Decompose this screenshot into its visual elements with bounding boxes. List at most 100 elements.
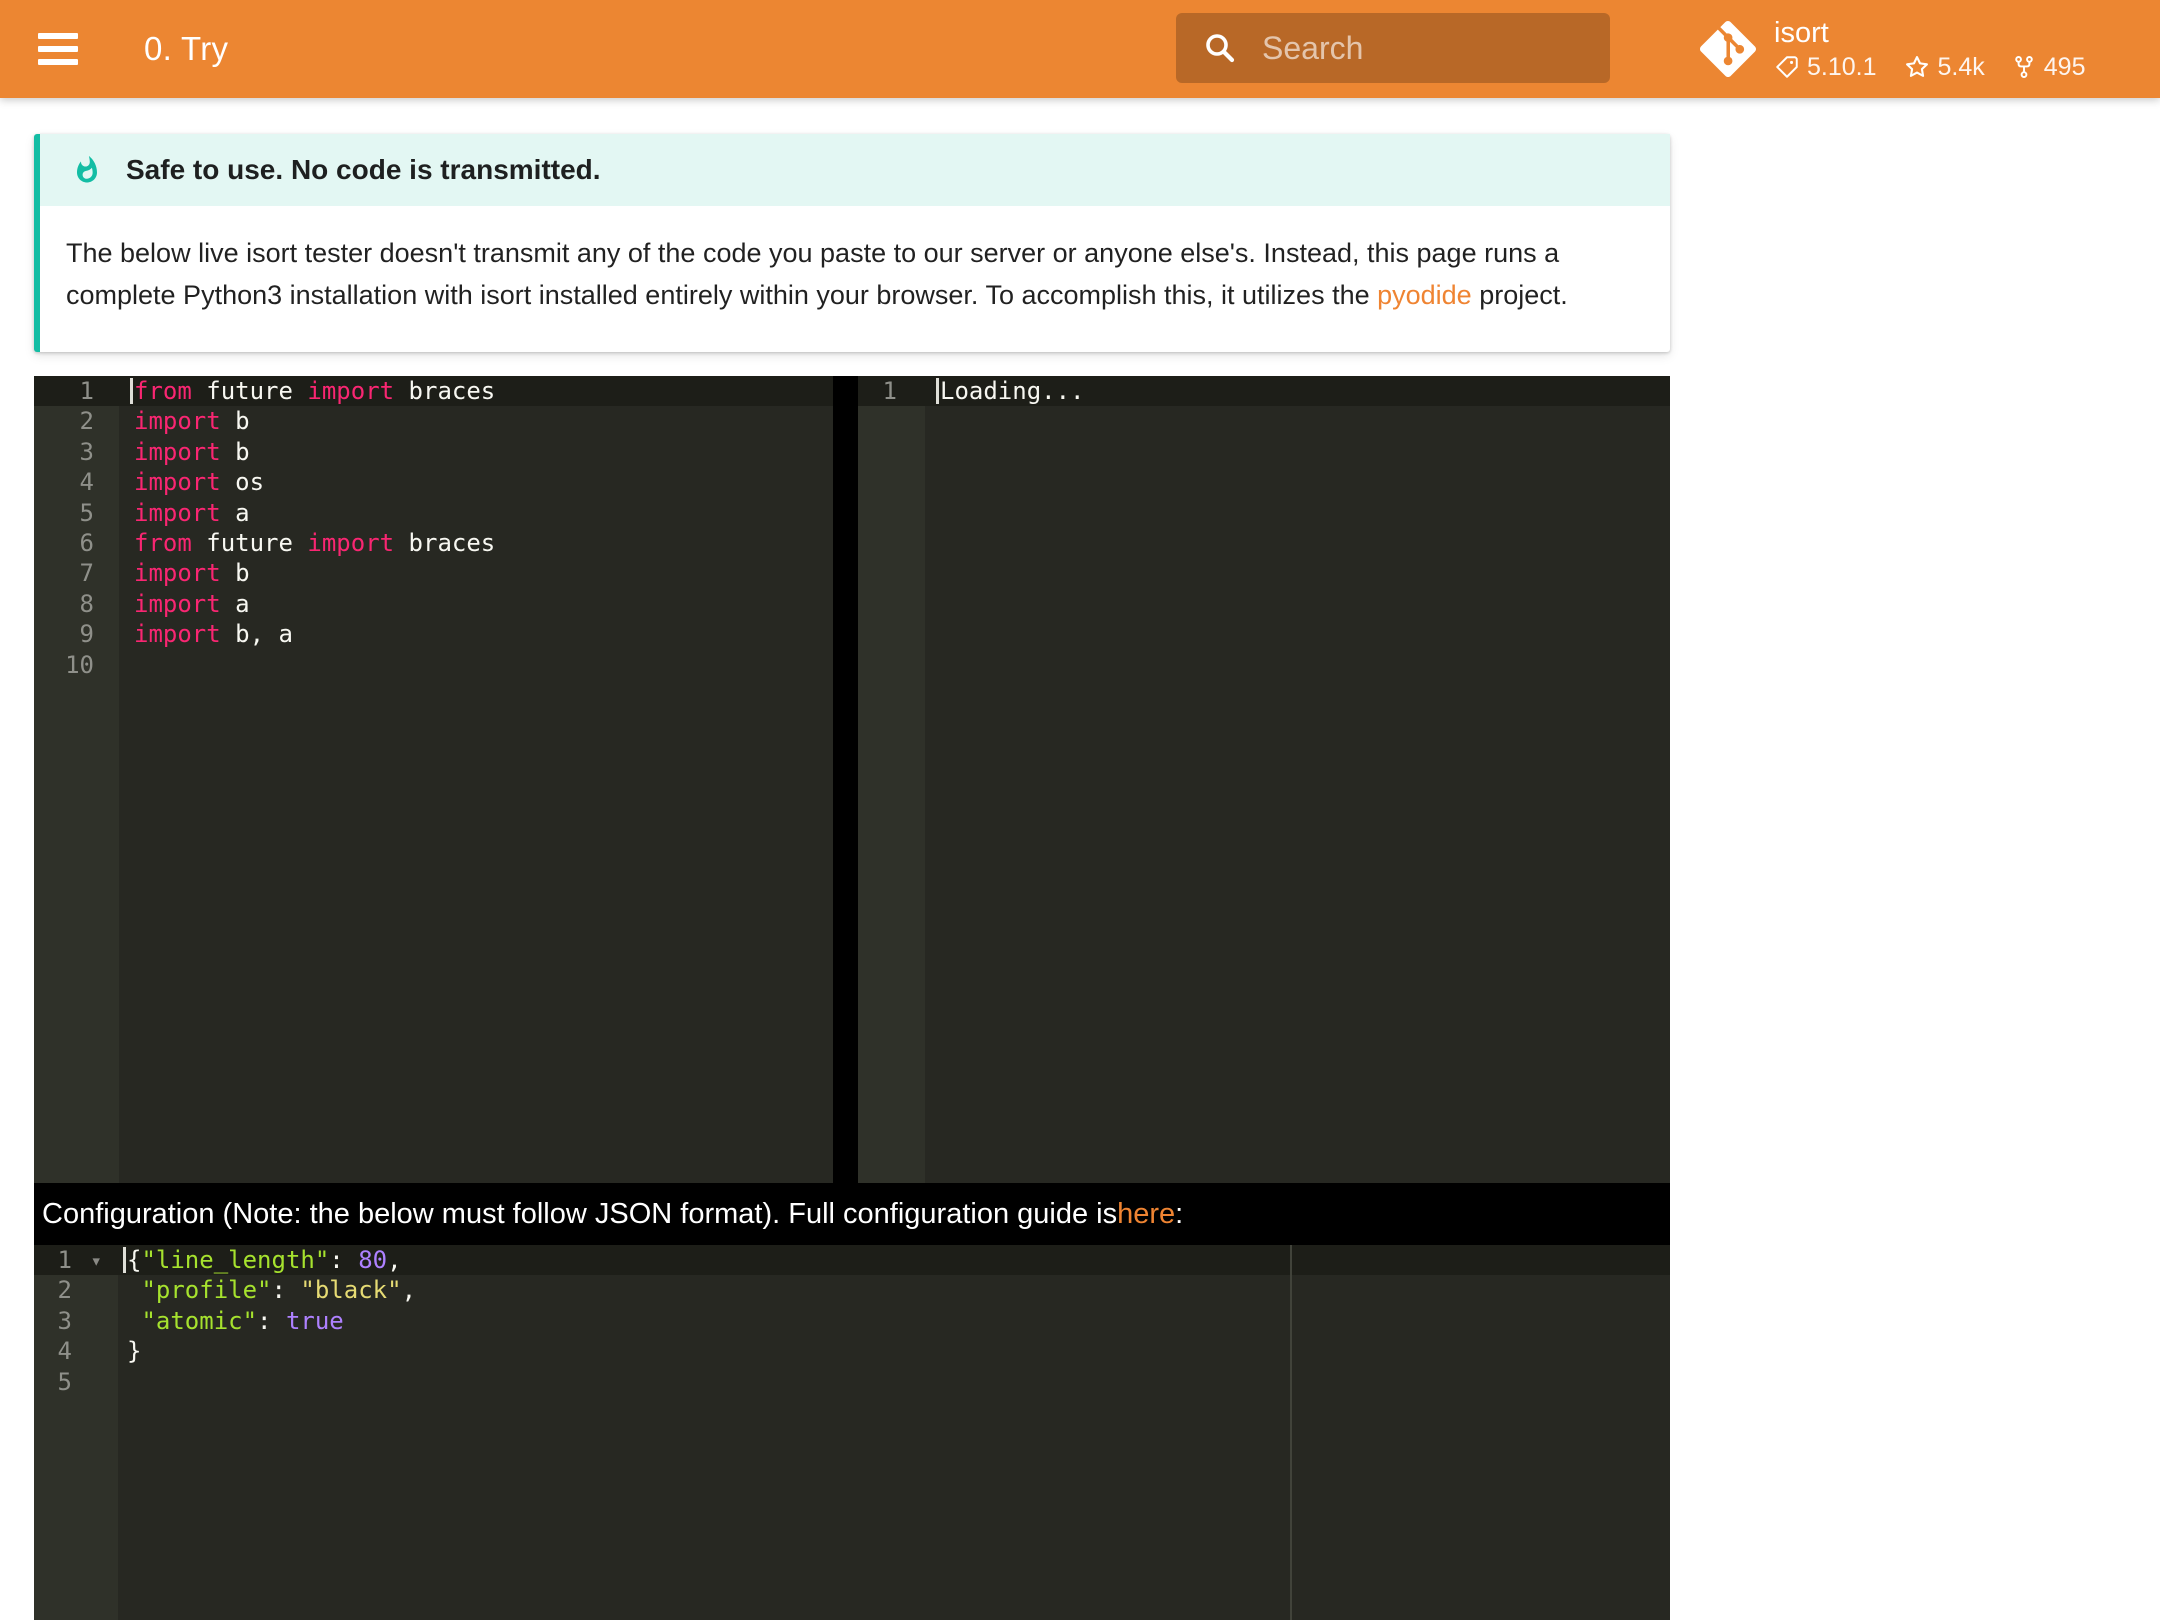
- code-line: import a: [119, 498, 833, 528]
- code-line: Loading...: [925, 376, 1670, 407]
- gutter-line-number: 4: [79, 468, 94, 497]
- code-token: import: [134, 589, 221, 618]
- text-cursor: [130, 378, 133, 404]
- admonition-body: The below live isort tester doesn't tran…: [40, 206, 1670, 352]
- gutter-line-number: 7: [79, 559, 94, 588]
- input-editor-code[interactable]: from future import braces import b import …: [119, 376, 833, 1183]
- code-token: import: [134, 559, 221, 588]
- output-editor-gutter: 1: [858, 376, 925, 1183]
- gutter-line-number: 1 ▾: [34, 1245, 118, 1276]
- split-divider[interactable]: [833, 376, 858, 1183]
- search-box[interactable]: [1176, 13, 1610, 83]
- code-token: import: [134, 437, 221, 466]
- code-token: ,: [401, 1276, 417, 1305]
- text-cursor: [123, 1247, 126, 1273]
- code-token: import: [134, 620, 221, 649]
- code-token: a: [220, 589, 250, 618]
- code-token: :: [257, 1306, 286, 1335]
- code-token: b: [220, 407, 250, 436]
- hamburger-icon: [38, 59, 78, 65]
- app-header: 0. Try isort 5.10.1: [0, 0, 2160, 98]
- code-token: "atomic": [141, 1306, 258, 1335]
- git-logo-icon: [1700, 21, 1756, 77]
- gutter-line-number: 8: [79, 589, 94, 618]
- search-icon: [1206, 34, 1235, 63]
- hamburger-icon: [38, 46, 78, 52]
- repo-link[interactable]: isort 5.10.1 5.4k 495: [1700, 0, 2086, 98]
- code-token: :: [329, 1246, 359, 1274]
- tag-icon: [1776, 56, 1798, 78]
- code-line: import b: [119, 437, 833, 467]
- repo-forks-label: 495: [2043, 52, 2086, 81]
- admonition-title-row: Safe to use. No code is transmitted.: [40, 134, 1670, 206]
- code-token: braces: [394, 528, 496, 557]
- isort-editor-split: 1 2 3 4 5 6 7 8 9 10 from future import braces imp…: [34, 376, 1670, 1183]
- output-code-editor[interactable]: 1 Loading...: [858, 376, 1670, 1183]
- gutter-line-number: 9: [79, 620, 94, 649]
- code-token: "black": [300, 1276, 402, 1305]
- code-line: }: [118, 1336, 1670, 1366]
- fork-icon: [2015, 56, 2033, 78]
- admonition-title: Safe to use. No code is transmitted.: [126, 154, 601, 185]
- configuration-guide-link[interactable]: here: [1117, 1198, 1175, 1231]
- repo-stars-label: 5.4k: [1937, 52, 1985, 81]
- config-editor-code[interactable]: {"line_length": 80, "profile": "black", …: [118, 1245, 1670, 1620]
- code-token: b, a: [220, 620, 293, 649]
- pyodide-link[interactable]: pyodide: [1377, 280, 1472, 310]
- code-token: import: [307, 528, 395, 557]
- code-token: b: [220, 559, 250, 588]
- output-editor-code[interactable]: Loading...: [925, 376, 1670, 1183]
- hamburger-menu-button[interactable]: [38, 26, 78, 72]
- code-line: import a: [119, 589, 833, 619]
- repo-facts: 5.10.1 5.4k 495: [1774, 53, 2086, 82]
- repo-version-label: 5.10.1: [1807, 52, 1877, 81]
- page-title: 0. Try: [144, 30, 229, 67]
- fold-chevron-down-icon[interactable]: ▾: [91, 1246, 102, 1276]
- print-margin-ruler: [1290, 1245, 1292, 1620]
- code-line: import os: [119, 467, 833, 497]
- code-token: import: [134, 468, 221, 497]
- gutter-line-number: 1: [34, 376, 119, 407]
- repo-name: isort: [1774, 16, 1829, 49]
- repo-forks: 495: [2011, 53, 2086, 82]
- code-token: ,: [387, 1246, 402, 1274]
- code-token: Loading...: [940, 377, 1085, 405]
- search-input[interactable]: [1260, 28, 1594, 68]
- code-token: b: [220, 437, 250, 466]
- gutter-line-number: 10: [65, 650, 94, 679]
- configuration-heading: Configuration (Note: the below must foll…: [34, 1183, 1670, 1245]
- configuration-heading-text: Configuration (Note: the below must foll…: [42, 1197, 1118, 1230]
- code-token: future: [191, 528, 308, 557]
- code-line: import b, a: [119, 619, 833, 649]
- code-token: from: [134, 528, 192, 557]
- input-code-editor[interactable]: 1 2 3 4 5 6 7 8 9 10 from future import braces imp…: [34, 376, 833, 1183]
- code-line: "profile": "black",: [118, 1275, 1670, 1305]
- star-icon: [1905, 56, 1928, 77]
- admonition-card: Safe to use. No code is transmitted. The…: [34, 134, 1670, 352]
- code-token: "line_length": [141, 1246, 330, 1274]
- code-token: true: [285, 1306, 344, 1335]
- gutter-line-number: 5: [79, 498, 94, 527]
- code-token: from: [134, 377, 192, 405]
- repo-version: 5.10.1: [1774, 53, 1877, 82]
- gutter-line-number: 1: [858, 376, 925, 407]
- code-token: "profile": [141, 1276, 272, 1305]
- repo-stars: 5.4k: [1903, 53, 1985, 82]
- configuration-heading-text: :: [1175, 1197, 1184, 1230]
- code-token: 80: [358, 1246, 388, 1274]
- text-cursor: [936, 378, 939, 404]
- code-token: import: [134, 407, 221, 436]
- code-token: import: [307, 377, 395, 405]
- code-token: :: [271, 1276, 301, 1305]
- code-token: {: [127, 1246, 142, 1274]
- gutter-line-number: 3: [57, 1306, 72, 1335]
- config-code-editor[interactable]: 1 ▾ 2 3 4 5 {"line_length": 80, "profile": "b…: [34, 1245, 1670, 1620]
- code-token: import: [134, 498, 221, 527]
- repo-info: isort 5.10.1 5.4k 495: [1774, 17, 2086, 82]
- gutter-line-number: 2: [79, 407, 94, 436]
- hamburger-icon: [38, 33, 78, 39]
